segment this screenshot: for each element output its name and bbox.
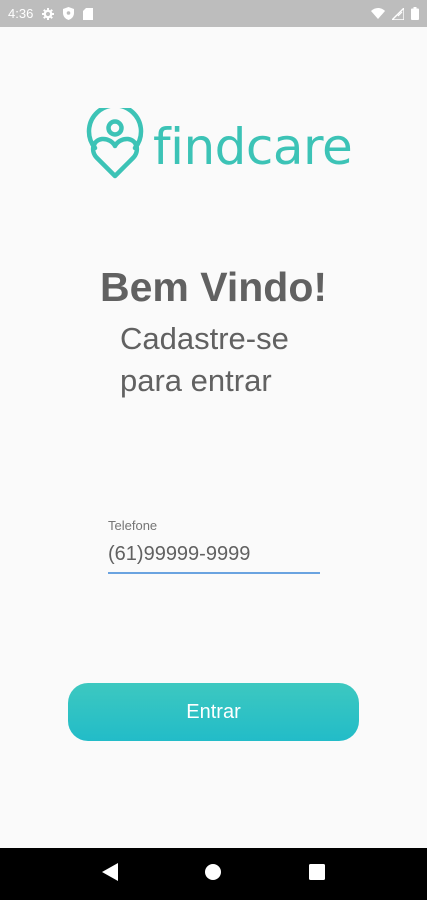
back-icon: [101, 862, 118, 886]
sd-card-icon: [83, 7, 94, 20]
status-right-group: [371, 7, 419, 20]
back-button[interactable]: [90, 854, 130, 894]
welcome-subtitle: Cadastre-se para entrar: [120, 318, 360, 402]
phone-label: Telefone: [108, 518, 158, 533]
logo-text: findcare: [153, 117, 353, 176]
recents-icon: [309, 863, 326, 885]
home-icon: [205, 863, 222, 885]
wifi-icon: [371, 8, 385, 19]
heart-person-icon: [83, 103, 147, 185]
status-time: 4:36: [8, 6, 34, 21]
settings-icon: [42, 7, 55, 20]
recents-button[interactable]: [297, 854, 337, 894]
status-left-group: 4:36: [8, 6, 94, 21]
status-bar: 4:36: [0, 0, 427, 27]
phone-input[interactable]: [108, 536, 320, 574]
shield-icon: [63, 7, 75, 20]
welcome-title: Bem Vindo!: [99, 264, 328, 310]
navigation-bar: [0, 848, 427, 900]
subtitle-line-1: Cadastre-se: [120, 321, 289, 356]
battery-icon: [411, 7, 419, 20]
home-button[interactable]: [193, 854, 233, 894]
signal-icon: [392, 7, 404, 20]
app-logo: findcare: [83, 103, 353, 185]
subtitle-line-2: para entrar: [120, 363, 272, 398]
enter-button[interactable]: Entrar: [68, 683, 359, 741]
